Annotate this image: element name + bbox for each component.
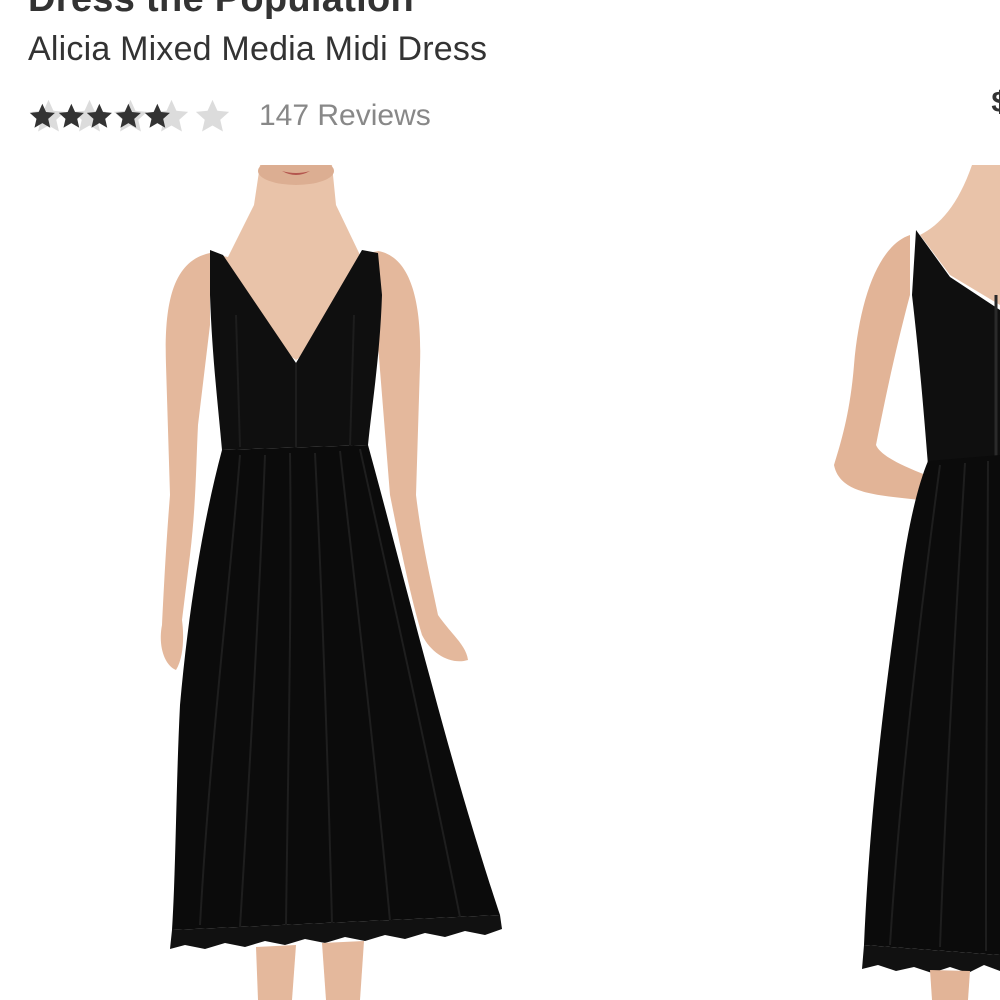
star-filled-icon bbox=[144, 103, 170, 128]
star-filled-icon bbox=[58, 103, 84, 128]
dress-front-illustration bbox=[160, 165, 502, 1000]
product-image-back[interactable] bbox=[800, 165, 1000, 1000]
star-filled-icon bbox=[115, 103, 142, 128]
star-filled-icon bbox=[87, 103, 113, 128]
price: $ bbox=[991, 86, 1000, 119]
product-title: Alicia Mixed Media Midi Dress bbox=[28, 30, 488, 68]
star-icon bbox=[195, 99, 230, 132]
product-brand[interactable]: Dress the Population bbox=[28, 0, 414, 21]
rating-row: 147 Reviews bbox=[28, 94, 431, 138]
star-filled-icon bbox=[29, 103, 55, 128]
star-rating bbox=[28, 97, 233, 135]
product-image-front[interactable] bbox=[60, 165, 560, 1000]
dress-back-illustration bbox=[834, 165, 1000, 1000]
reviews-link[interactable]: 147 Reviews bbox=[259, 99, 431, 133]
image-gallery[interactable] bbox=[0, 165, 1000, 1000]
star-fill bbox=[28, 97, 172, 135]
